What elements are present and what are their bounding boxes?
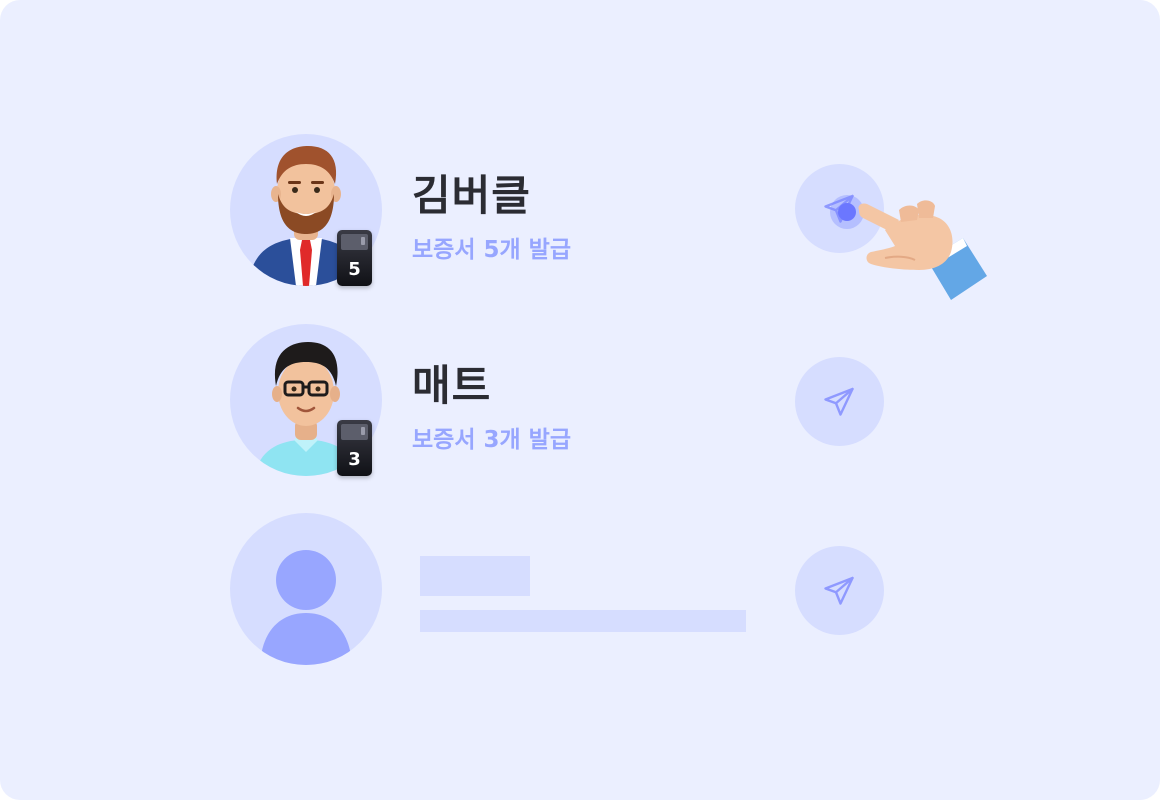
pointing-hand-icon <box>858 200 987 300</box>
certificate-count-text: 보증서 5개 발급 <box>412 237 571 263</box>
send-button[interactable] <box>795 357 884 446</box>
recipient-list-card: 5 김버클 보증서 5개 발급 3 매트 보증서 3개 발급 <box>0 0 1160 800</box>
send-icon <box>824 576 854 605</box>
list-item[interactable]: 3 매트 보증서 3개 발급 <box>0 324 1160 478</box>
send-button[interactable] <box>795 546 884 635</box>
subtitle-skeleton <box>420 610 746 632</box>
certificate-count-text: 보증서 3개 발급 <box>412 427 571 453</box>
recipient-name: 매트 <box>412 361 492 410</box>
name-skeleton <box>420 556 530 596</box>
card-icon <box>341 234 368 250</box>
list-item-placeholder[interactable] <box>0 513 1160 667</box>
recipient-name: 김버클 <box>412 171 531 220</box>
card-icon <box>341 424 368 440</box>
send-icon <box>824 387 854 416</box>
certificate-count-badge: 5 <box>337 230 372 286</box>
avatar-placeholder <box>230 513 382 665</box>
tap-point <box>838 203 856 221</box>
user-icon <box>260 550 352 665</box>
certificate-count-badge: 3 <box>337 420 372 476</box>
